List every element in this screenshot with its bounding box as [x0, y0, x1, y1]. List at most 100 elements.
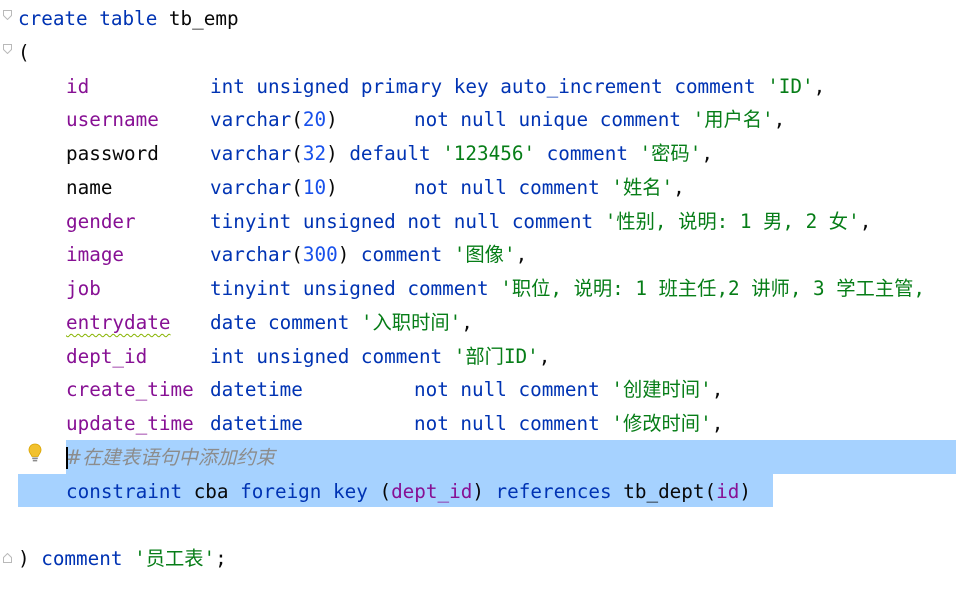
keyword: not null comment — [414, 412, 600, 435]
paren: ) — [18, 547, 30, 570]
paren: ( — [291, 142, 303, 165]
column-name: image — [66, 243, 125, 266]
paren: ( — [291, 108, 303, 131]
punct: , — [711, 412, 724, 435]
code-line[interactable]: entrydate date comment '入职时间', — [18, 308, 473, 338]
column-name: name — [66, 176, 113, 199]
code-line[interactable]: password varchar(32) default '123456' com… — [18, 139, 713, 169]
string-literal: '性别, 说明: 1 男, 2 女' — [604, 210, 860, 233]
fold-marker-icon[interactable] — [3, 10, 12, 20]
keyword: varchar — [210, 142, 292, 165]
paren: ) — [326, 176, 338, 199]
number: 32 — [302, 142, 327, 165]
keyword: varchar — [210, 176, 292, 199]
string-literal: '员工表' — [134, 547, 216, 570]
paren: ( — [704, 480, 717, 503]
keyword: comment — [41, 547, 123, 570]
punct: , — [711, 378, 724, 401]
keyword: date comment — [210, 311, 350, 334]
text-caret — [66, 447, 68, 469]
keyword: varchar — [210, 243, 292, 266]
code-line[interactable]: update_time datetime not null comment '修改时… — [18, 409, 723, 439]
column-name: update_time — [66, 412, 194, 435]
paren: ( — [18, 41, 30, 64]
string-literal: '职位, 说明: 1 班主任,2 讲师, 3 学工主管, — [500, 277, 925, 300]
constraint-name: cba — [193, 480, 229, 503]
table-name: tb_emp — [168, 7, 239, 30]
paren: ) — [326, 142, 338, 165]
code-line[interactable]: #在建表语句中添加约束 — [18, 443, 275, 473]
string-literal: '密码' — [639, 142, 702, 165]
number: 20 — [302, 108, 327, 131]
code-line[interactable]: ( — [18, 38, 30, 68]
keyword: references — [495, 480, 612, 503]
keyword: comment — [360, 243, 443, 266]
paren: ) — [326, 108, 338, 131]
keyword: int unsigned comment — [210, 345, 443, 368]
selection-highlight — [773, 440, 956, 474]
keyword: foreign key — [240, 480, 368, 503]
code-line[interactable]: gender tinyint unsigned not null comment … — [18, 207, 871, 237]
column-name: entrydate — [66, 311, 171, 334]
keyword: int unsigned primary key auto_increment … — [210, 75, 756, 98]
column-ref: id — [716, 480, 740, 503]
string-literal: '图像' — [453, 243, 516, 266]
code-line[interactable]: id int unsigned primary key auto_incremen… — [18, 72, 825, 102]
paren: ( — [379, 480, 392, 503]
keyword: varchar — [210, 108, 292, 131]
editor-gutter[interactable] — [0, 0, 17, 598]
code-line[interactable]: dept_id int unsigned comment '部门ID', — [18, 342, 550, 372]
keyword: constraint — [66, 480, 183, 503]
keyword: tinyint unsigned not null comment — [210, 210, 594, 233]
string-literal: '创建时间' — [611, 378, 712, 401]
code-line[interactable]: ) comment '员工表'; — [18, 544, 227, 574]
column-name: gender — [66, 210, 136, 233]
fold-marker-icon[interactable] — [3, 553, 12, 563]
paren: ( — [291, 176, 303, 199]
keyword: create table — [18, 7, 158, 30]
column-name: password — [66, 142, 159, 165]
fold-marker-icon[interactable] — [3, 44, 12, 54]
code-line[interactable]: create table tb_emp — [18, 4, 239, 34]
code-line[interactable]: name varchar(10) not null comment '姓名', — [18, 173, 685, 203]
punct: , — [859, 210, 872, 233]
keyword: comment — [546, 142, 628, 165]
keyword: datetime — [210, 412, 303, 435]
punct: , — [673, 176, 685, 199]
punct: ; — [215, 547, 227, 570]
paren: ) — [472, 480, 484, 503]
punct: , — [813, 75, 826, 98]
column-name: username — [66, 108, 159, 131]
punct: , — [538, 345, 551, 368]
string-literal: '123456' — [442, 142, 536, 165]
code-line[interactable]: constraint cba foreign key (dept_id) ref… — [18, 477, 751, 507]
keyword: not null unique comment — [414, 108, 681, 131]
code-line[interactable]: image varchar(300) comment '图像', — [18, 240, 527, 270]
number: 300 — [302, 243, 338, 266]
keyword: datetime — [210, 378, 303, 401]
punct: , — [515, 243, 528, 266]
string-literal: '修改时间' — [611, 412, 712, 435]
column-name: id — [66, 75, 90, 98]
code-line[interactable]: job tinyint unsigned comment '职位, 说明: 1 班… — [18, 274, 956, 304]
code-editor[interactable]: create table tb_emp ( id int unsigned pri… — [0, 0, 956, 598]
keyword: not null comment — [414, 378, 600, 401]
string-literal: 'ID' — [767, 75, 814, 98]
code-line[interactable]: username varchar(20) not null unique comme… — [18, 105, 785, 135]
keyword: tinyint unsigned comment — [210, 277, 489, 300]
column-name: job — [66, 277, 101, 300]
paren: ) — [337, 243, 350, 266]
code-line[interactable]: create_time datetime not null comment '创建时… — [18, 375, 723, 405]
string-literal: '用户名' — [692, 108, 774, 131]
sql-comment: #在建表语句中添加约束 — [66, 446, 275, 469]
string-literal: '部门ID' — [453, 345, 539, 368]
number: 10 — [302, 176, 327, 199]
column-ref: dept_id — [391, 480, 473, 503]
string-literal: '入职时间' — [360, 311, 462, 334]
punct: , — [461, 311, 473, 334]
column-name: dept_id — [66, 345, 148, 368]
column-name: create_time — [66, 378, 194, 401]
table-ref: tb_dept — [623, 480, 705, 503]
punct: , — [701, 142, 713, 165]
punct: , — [773, 108, 786, 131]
